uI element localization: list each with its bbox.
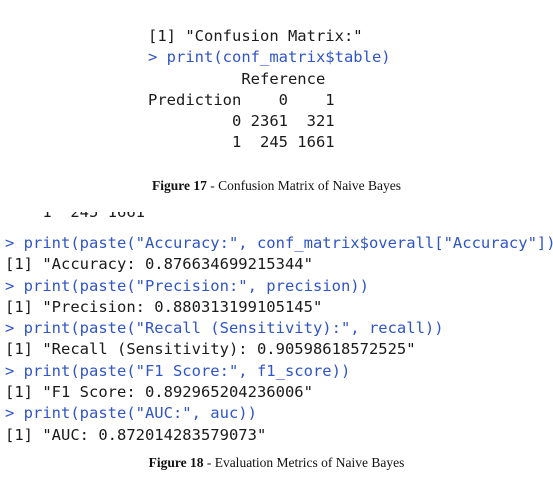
figure-18-caption-text: - Evaluation Metrics of Naive Bayes (203, 455, 405, 470)
metrics-command-line: > print(paste("Precision:", precision)) (5, 276, 369, 295)
confusion-matrix-output-line: 1 245 1661 (148, 133, 335, 152)
figure-17-label: Figure 17 (151, 178, 207, 193)
confusion-matrix-command-line: > print(conf_matrix$table) (148, 48, 391, 67)
figure-17-caption-text: - Confusion Matrix of Naive Bayes (206, 178, 402, 193)
metrics-output-line: [1] "Recall (Sensitivity): 0.90598618572… (5, 340, 416, 359)
cropped-console-line: 1 245 1661 (5, 212, 145, 221)
figure-17-caption: Figure 17 - Confusion Matrix of Naive Ba… (0, 178, 553, 194)
metrics-command-line: > print(paste("Recall (Sensitivity):", r… (5, 319, 444, 338)
metrics-output-line: [1] "Precision: 0.880313199105145" (5, 297, 323, 316)
metrics-command-line: > print(paste("F1 Score:", f1_score)) (5, 361, 351, 380)
figure-18-caption: Figure 18 - Evaluation Metrics of Naive … (0, 455, 553, 471)
confusion-matrix-output-line: Reference (148, 69, 326, 88)
confusion-matrix-console: [1] "Confusion Matrix:" > print(conf_matr… (148, 26, 391, 154)
metrics-command-line: > print(paste("Accuracy:", conf_matrix$o… (5, 234, 553, 252)
metrics-output-line: [1] "AUC: 0.872014283579073" (5, 425, 267, 444)
confusion-matrix-output-line: 0 2361 321 (148, 112, 335, 131)
metrics-command-line: > print(paste("AUC:", auc)) (5, 404, 257, 423)
evaluation-metrics-console: > print(paste("Accuracy:", conf_matrix$o… (5, 233, 553, 446)
confusion-matrix-output-line: [1] "Confusion Matrix:" (148, 27, 363, 45)
metrics-output-line: [1] "Accuracy: 0.876634699215344" (5, 255, 313, 274)
figure-18-label: Figure 18 (148, 455, 204, 470)
metrics-output-line: [1] "F1 Score: 0.892965204236006" (5, 383, 313, 402)
confusion-matrix-output-line: Prediction 0 1 (148, 90, 335, 109)
